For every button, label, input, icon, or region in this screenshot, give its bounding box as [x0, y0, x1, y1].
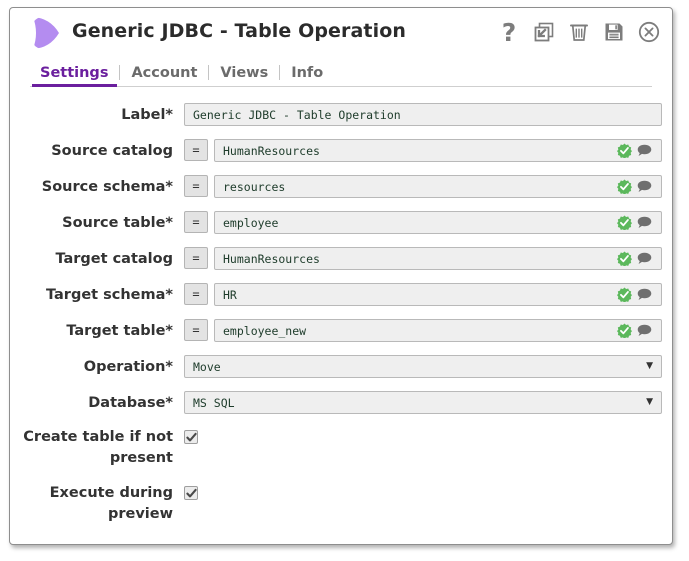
database-select[interactable]: MS SQL ▼ — [184, 391, 662, 414]
form-row-source-table: Source table* = employee — [10, 207, 672, 243]
label-value[interactable]: Generic JDBC - Table Operation — [185, 108, 661, 122]
tab-bar: Settings Account Views Info — [30, 56, 652, 87]
comment-bubble-icon[interactable] — [637, 180, 652, 193]
close-icon[interactable] — [636, 19, 662, 45]
operation-label: Operation* — [83, 359, 173, 375]
target-table-label: Target table* — [66, 323, 173, 339]
valid-check-icon[interactable] — [617, 251, 632, 266]
source-catalog-expression-toggle[interactable]: = — [184, 139, 208, 161]
target-catalog-value[interactable]: HumanResources — [215, 252, 617, 266]
page-title: Generic JDBC - Table Operation — [72, 20, 406, 42]
target-catalog-expression-toggle[interactable]: = — [184, 247, 208, 269]
target-table-value[interactable]: employee_new — [215, 324, 617, 338]
save-icon[interactable] — [601, 19, 627, 45]
help-glyph: ? — [501, 17, 517, 47]
form-row-operation: Operation* Move ▼ — [10, 351, 672, 387]
valid-check-icon[interactable] — [617, 287, 632, 302]
valid-check-icon[interactable] — [617, 179, 632, 194]
source-schema-label: Source schema* — [41, 179, 173, 195]
execute-during-preview-label: Execute during preview — [49, 485, 173, 523]
tab-info[interactable]: Info — [280, 65, 334, 87]
comment-bubble-icon[interactable] — [637, 252, 652, 265]
valid-check-icon[interactable] — [617, 323, 632, 338]
form-row-target-schema: Target schema* = HR — [10, 279, 672, 315]
source-table-label: Source table* — [62, 215, 173, 231]
target-catalog-status — [617, 251, 661, 266]
create-table-if-not-present-checkbox[interactable] — [184, 430, 198, 444]
comment-bubble-icon[interactable] — [637, 144, 652, 157]
comment-bubble-icon[interactable] — [637, 324, 652, 337]
source-catalog-field[interactable]: HumanResources — [214, 139, 662, 162]
source-catalog-status — [617, 143, 661, 158]
target-schema-label: Target schema* — [45, 287, 173, 303]
form-row-target-catalog: Target catalog = HumanResources — [10, 243, 672, 279]
chevron-down-icon: ▼ — [646, 397, 653, 407]
tab-account[interactable]: Account — [120, 65, 208, 87]
checkmark-icon — [185, 432, 197, 441]
label-label: Label* — [121, 107, 173, 123]
target-table-field[interactable]: employee_new — [214, 319, 662, 342]
form-row-database: Database* MS SQL ▼ — [10, 387, 672, 423]
form-row-create-table-if-not-present: Create table if not present — [10, 423, 672, 479]
form-row-source-catalog: Source catalog = HumanResources — [10, 135, 672, 171]
delete-icon[interactable] — [566, 19, 592, 45]
source-catalog-value[interactable]: HumanResources — [215, 144, 617, 158]
source-schema-value[interactable]: resources — [215, 180, 617, 194]
operation-select[interactable]: Move ▼ — [184, 355, 662, 378]
valid-check-icon[interactable] — [617, 215, 632, 230]
source-table-value[interactable]: employee — [215, 216, 617, 230]
database-label: Database* — [88, 395, 173, 411]
source-schema-field[interactable]: resources — [214, 175, 662, 198]
execute-during-preview-checkbox[interactable] — [184, 486, 198, 500]
source-table-expression-toggle[interactable]: = — [184, 211, 208, 233]
titlebar: Generic JDBC - Table Operation ? — [10, 8, 672, 56]
target-catalog-field[interactable]: HumanResources — [214, 247, 662, 270]
dialog-window: Generic JDBC - Table Operation ? Setting… — [9, 7, 673, 545]
source-table-field[interactable]: employee — [214, 211, 662, 234]
source-catalog-label: Source catalog — [51, 143, 173, 159]
tab-settings[interactable]: Settings — [30, 65, 119, 87]
form-row-source-schema: Source schema* = resources — [10, 171, 672, 207]
comment-bubble-icon[interactable] — [637, 288, 652, 301]
form-row-target-table: Target table* = employee_new — [10, 315, 672, 351]
form-row-execute-during-preview: Execute during preview — [10, 479, 672, 535]
label-field[interactable]: Generic JDBC - Table Operation — [184, 103, 662, 126]
comment-bubble-icon[interactable] — [637, 216, 652, 229]
target-catalog-label: Target catalog — [55, 251, 173, 267]
source-table-status — [617, 215, 661, 230]
tab-views[interactable]: Views — [209, 65, 279, 87]
database-value: MS SQL — [193, 395, 235, 410]
operation-value: Move — [193, 359, 221, 374]
source-schema-status — [617, 179, 661, 194]
target-schema-field[interactable]: HR — [214, 283, 662, 306]
target-table-status — [617, 323, 661, 338]
target-schema-status — [617, 287, 661, 302]
target-schema-value[interactable]: HR — [215, 288, 617, 302]
valid-check-icon[interactable] — [617, 143, 632, 158]
checkmark-icon — [185, 488, 197, 497]
form-row-label: Label* Generic JDBC - Table Operation — [10, 99, 672, 135]
restore-window-icon[interactable] — [531, 19, 557, 45]
target-table-expression-toggle[interactable]: = — [184, 319, 208, 341]
target-schema-expression-toggle[interactable]: = — [184, 283, 208, 305]
help-icon[interactable]: ? — [496, 19, 522, 45]
chevron-down-icon: ▼ — [646, 361, 653, 371]
purple-crescent-logo-icon — [30, 17, 60, 49]
create-table-if-not-present-label: Create table if not present — [23, 429, 173, 467]
source-schema-expression-toggle[interactable]: = — [184, 175, 208, 197]
titlebar-actions: ? — [496, 19, 662, 45]
settings-form: Label* Generic JDBC - Table Operation So… — [10, 87, 672, 535]
